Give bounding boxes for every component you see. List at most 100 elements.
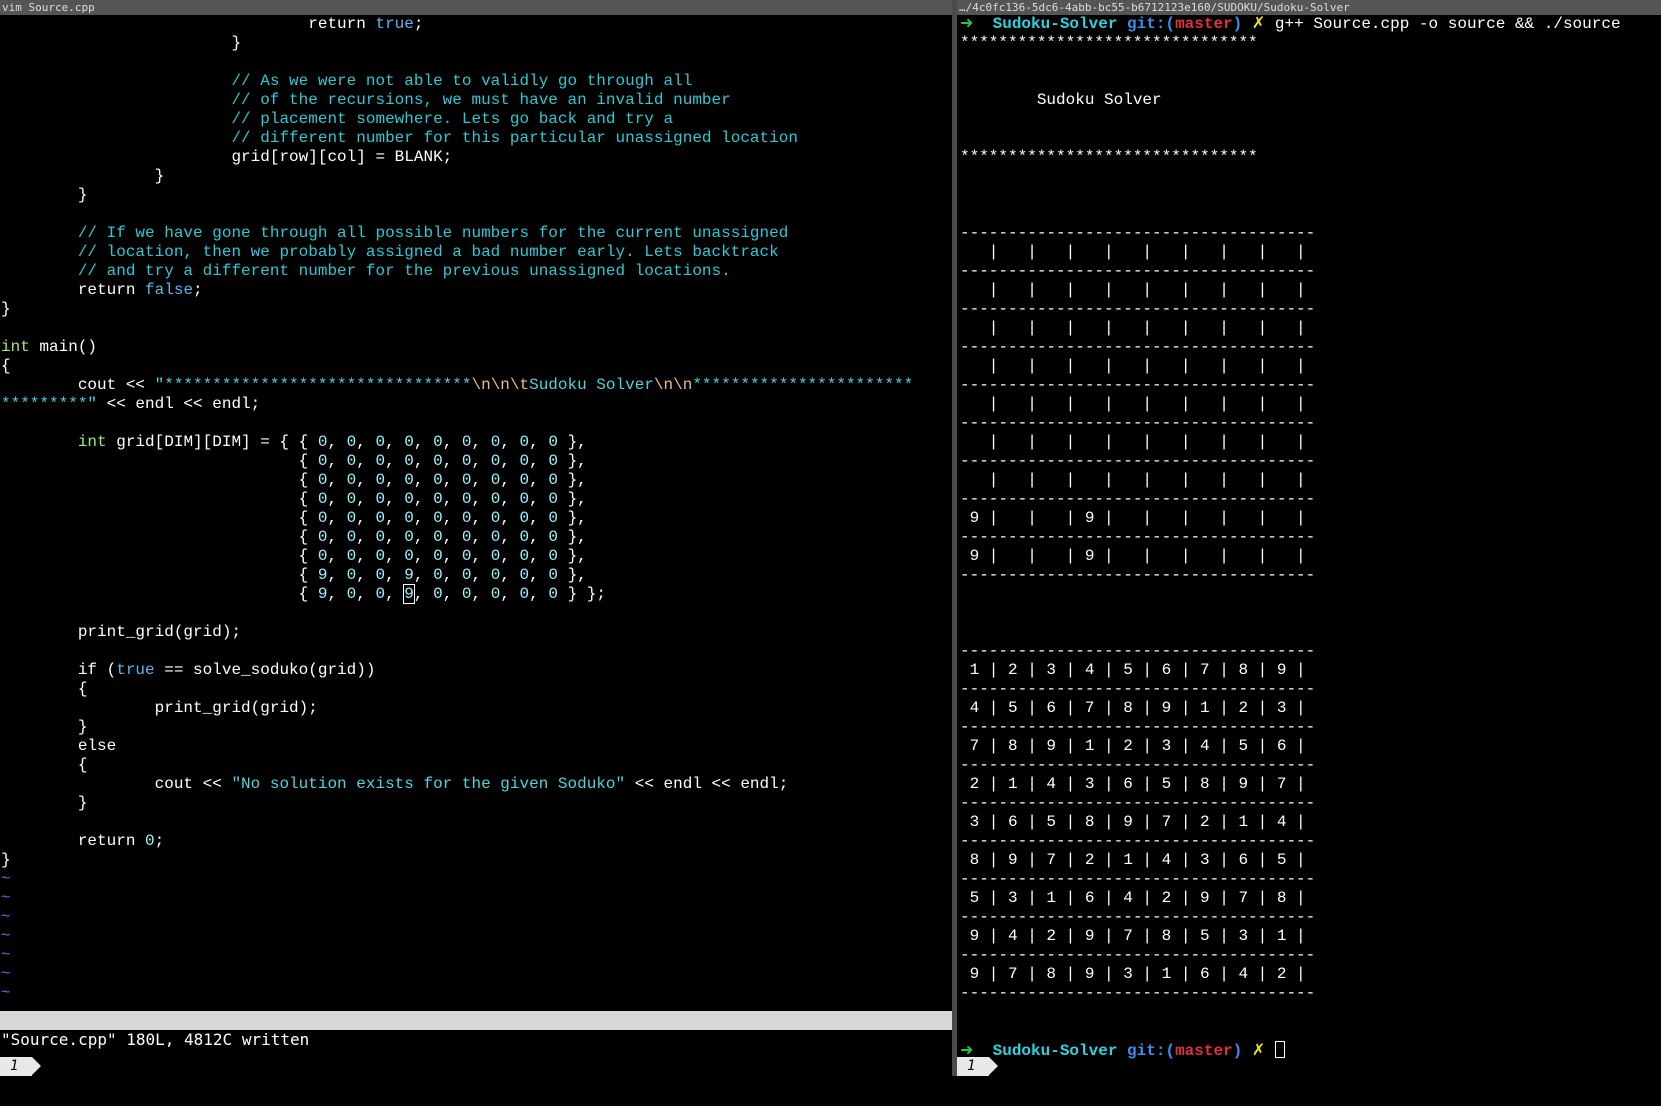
code-line[interactable]: grid[row][col] = BLANK; <box>1 148 452 166</box>
output-line: 2 | 1 | 4 | 3 | 6 | 5 | 8 | 9 | 7 | <box>960 775 1306 793</box>
code-line[interactable]: { <box>1 756 88 774</box>
code-line[interactable]: return true; <box>1 15 423 33</box>
output-line: ------------------------------------- <box>960 262 1316 280</box>
output-line: | | | | | | | | | <box>960 471 1306 489</box>
tmux-window-tab[interactable]: 1 <box>0 1057 32 1076</box>
program-output: ******************************* Sudoku S… <box>960 34 1315 1002</box>
code-line[interactable]: print_grid(grid); <box>1 699 318 717</box>
code-line[interactable]: // placement somewhere. Lets go back and… <box>1 110 673 128</box>
code-line[interactable]: // As we were not able to validly go thr… <box>1 72 692 90</box>
prompt-git-label: git:( <box>1127 15 1176 33</box>
output-line: | | | | | | | | | <box>960 319 1306 337</box>
code-line[interactable]: else <box>1 737 116 755</box>
code-line[interactable]: { 0, 0, 0, 0, 0, 0, 0, 0, 0 }, <box>1 452 587 470</box>
code-line[interactable]: { 0, 0, 0, 0, 0, 0, 0, 0, 0 }, <box>1 509 587 527</box>
terminal-pane[interactable]: ➜ Sudoku-Solver git:(master) ✗ g++ Sourc… <box>957 0 1661 1076</box>
terminal-cursor[interactable] <box>1274 1041 1285 1058</box>
output-line: 9 | | | 9 | | | | | | <box>960 547 1306 565</box>
prompt-dirty-icon: ✗ <box>1251 15 1266 33</box>
code-line[interactable]: } <box>1 186 88 204</box>
output-line: | | | | | | | | | <box>960 395 1306 413</box>
code-line[interactable]: print_grid(grid); <box>1 623 241 641</box>
output-line: ******************************* <box>960 34 1258 52</box>
code-line[interactable]: // of the recursions, we must have an in… <box>1 91 730 109</box>
code-line[interactable]: if (true == solve_soduko(grid)) <box>1 661 376 679</box>
code-line[interactable]: } <box>1 34 241 52</box>
output-line: ------------------------------------- <box>960 376 1316 394</box>
code-line[interactable]: ~ <box>1 870 11 888</box>
tmux-status-left: 1 <box>0 1057 952 1076</box>
code-line[interactable]: { 0, 0, 0, 0, 0, 0, 0, 0, 0 }, <box>1 471 587 489</box>
code-line[interactable]: { 9, 0, 0, 9, 0, 0, 0, 0, 0 }, <box>1 566 587 584</box>
code-line[interactable]: ~ <box>1 965 11 983</box>
output-line: ------------------------------------- <box>960 908 1316 926</box>
code-line[interactable]: return 0; <box>1 832 164 850</box>
output-line: ------------------------------------- <box>960 414 1316 432</box>
code-line[interactable]: // If we have gone through all possible … <box>1 224 789 242</box>
output-line: ------------------------------------- <box>960 224 1316 242</box>
vim-pane[interactable]: return true; } // As we were not able to… <box>0 0 952 1087</box>
code-line[interactable]: { 0, 0, 0, 0, 0, 0, 0, 0, 0 }, <box>1 547 587 565</box>
code-line[interactable]: } <box>1 718 88 736</box>
code-line[interactable]: { 9, 0, 0, 9, 0, 0, 0, 0, 0 } }; <box>1 584 606 604</box>
output-line: ------------------------------------- <box>960 338 1316 356</box>
terminal-output[interactable]: ➜ Sudoku-Solver git:(master) ✗ g++ Sourc… <box>960 15 1621 1061</box>
code-line[interactable]: { <box>1 680 88 698</box>
prompt-git-close: ) <box>1232 15 1243 33</box>
code-line[interactable]: ~ <box>1 908 11 926</box>
code-line[interactable]: // location, then we probably assigned a… <box>1 243 779 261</box>
vim-editor-buffer[interactable]: return true; } // As we were not able to… <box>1 15 913 1003</box>
tmux-status-right: 1 <box>957 1057 1661 1076</box>
tmux-tab-arrow-icon <box>32 1057 41 1075</box>
code-line[interactable]: int main() <box>1 338 97 356</box>
code-line[interactable]: // different number for this particular … <box>1 129 798 147</box>
output-line: | | | | | | | | | <box>960 243 1306 261</box>
output-line: ******************************* <box>960 148 1258 166</box>
output-line: ------------------------------------- <box>960 566 1316 584</box>
output-line: 9 | 7 | 8 | 9 | 3 | 1 | 6 | 4 | 2 | <box>960 965 1306 983</box>
output-line: ------------------------------------- <box>960 870 1316 888</box>
output-line: 9 | 4 | 2 | 9 | 7 | 8 | 5 | 3 | 1 | <box>960 927 1306 945</box>
terminal-command: g++ Source.cpp -o source && ./source <box>1274 15 1621 33</box>
output-line: ------------------------------------- <box>960 300 1316 318</box>
code-line[interactable]: cout << "No solution exists for the give… <box>1 775 789 793</box>
output-line: ------------------------------------- <box>960 680 1316 698</box>
code-line[interactable]: } <box>1 300 11 318</box>
output-line: ------------------------------------- <box>960 832 1316 850</box>
code-line[interactable]: { 0, 0, 0, 0, 0, 0, 0, 0, 0 }, <box>1 528 587 546</box>
prompt-directory: Sudoku-Solver <box>992 15 1118 33</box>
output-line: | | | | | | | | | <box>960 357 1306 375</box>
code-line[interactable]: cout << "*******************************… <box>1 376 913 394</box>
prompt-git-branch: master <box>1175 15 1233 33</box>
vim-command-line[interactable]: "Source.cpp" 180L, 4812C written <box>1 1030 309 1049</box>
output-line: Sudoku Solver <box>960 91 1162 109</box>
tmux-tab-arrow-icon <box>989 1057 998 1075</box>
code-line[interactable]: } <box>1 167 165 185</box>
code-line[interactable]: ~ <box>1 946 11 964</box>
code-line[interactable]: } <box>1 851 11 869</box>
prompt-line: ➜ Sudoku-Solver git:(master) ✗ g++ Sourc… <box>960 15 1621 33</box>
code-line[interactable]: return false; <box>1 281 203 299</box>
output-line: ------------------------------------- <box>960 452 1316 470</box>
code-line[interactable]: { <box>1 357 11 375</box>
output-line: 3 | 6 | 5 | 8 | 9 | 7 | 2 | 1 | 4 | <box>960 813 1306 831</box>
code-line[interactable]: *********" << endl << endl; <box>1 395 260 413</box>
output-line: 7 | 8 | 9 | 1 | 2 | 3 | 4 | 5 | 6 | <box>960 737 1306 755</box>
output-line: ------------------------------------- <box>960 718 1316 736</box>
code-line[interactable]: { 0, 0, 0, 0, 0, 0, 0, 0, 0 }, <box>1 490 587 508</box>
prompt-arrow-icon: ➜ <box>960 15 974 33</box>
output-line: ------------------------------------- <box>960 946 1316 964</box>
code-line[interactable]: ~ <box>1 927 11 945</box>
code-line[interactable]: ~ <box>1 984 11 1002</box>
screen: vim Source.cpp …/4c0fc136-5dc6-4abb-bc55… <box>0 0 1661 1087</box>
output-line: | | | | | | | | | <box>960 281 1306 299</box>
code-line[interactable]: } <box>1 794 88 812</box>
code-line[interactable]: // and try a different number for the pr… <box>1 262 731 280</box>
code-line[interactable]: int grid[DIM][DIM] = { { 0, 0, 0, 0, 0, … <box>1 433 587 451</box>
tmux-window-tab[interactable]: 1 <box>957 1057 989 1076</box>
output-line: | | | | | | | | | <box>960 433 1306 451</box>
output-line: ------------------------------------- <box>960 642 1316 660</box>
code-line[interactable]: ~ <box>1 889 11 907</box>
output-line: ------------------------------------- <box>960 528 1316 546</box>
output-line: ------------------------------------- <box>960 794 1316 812</box>
